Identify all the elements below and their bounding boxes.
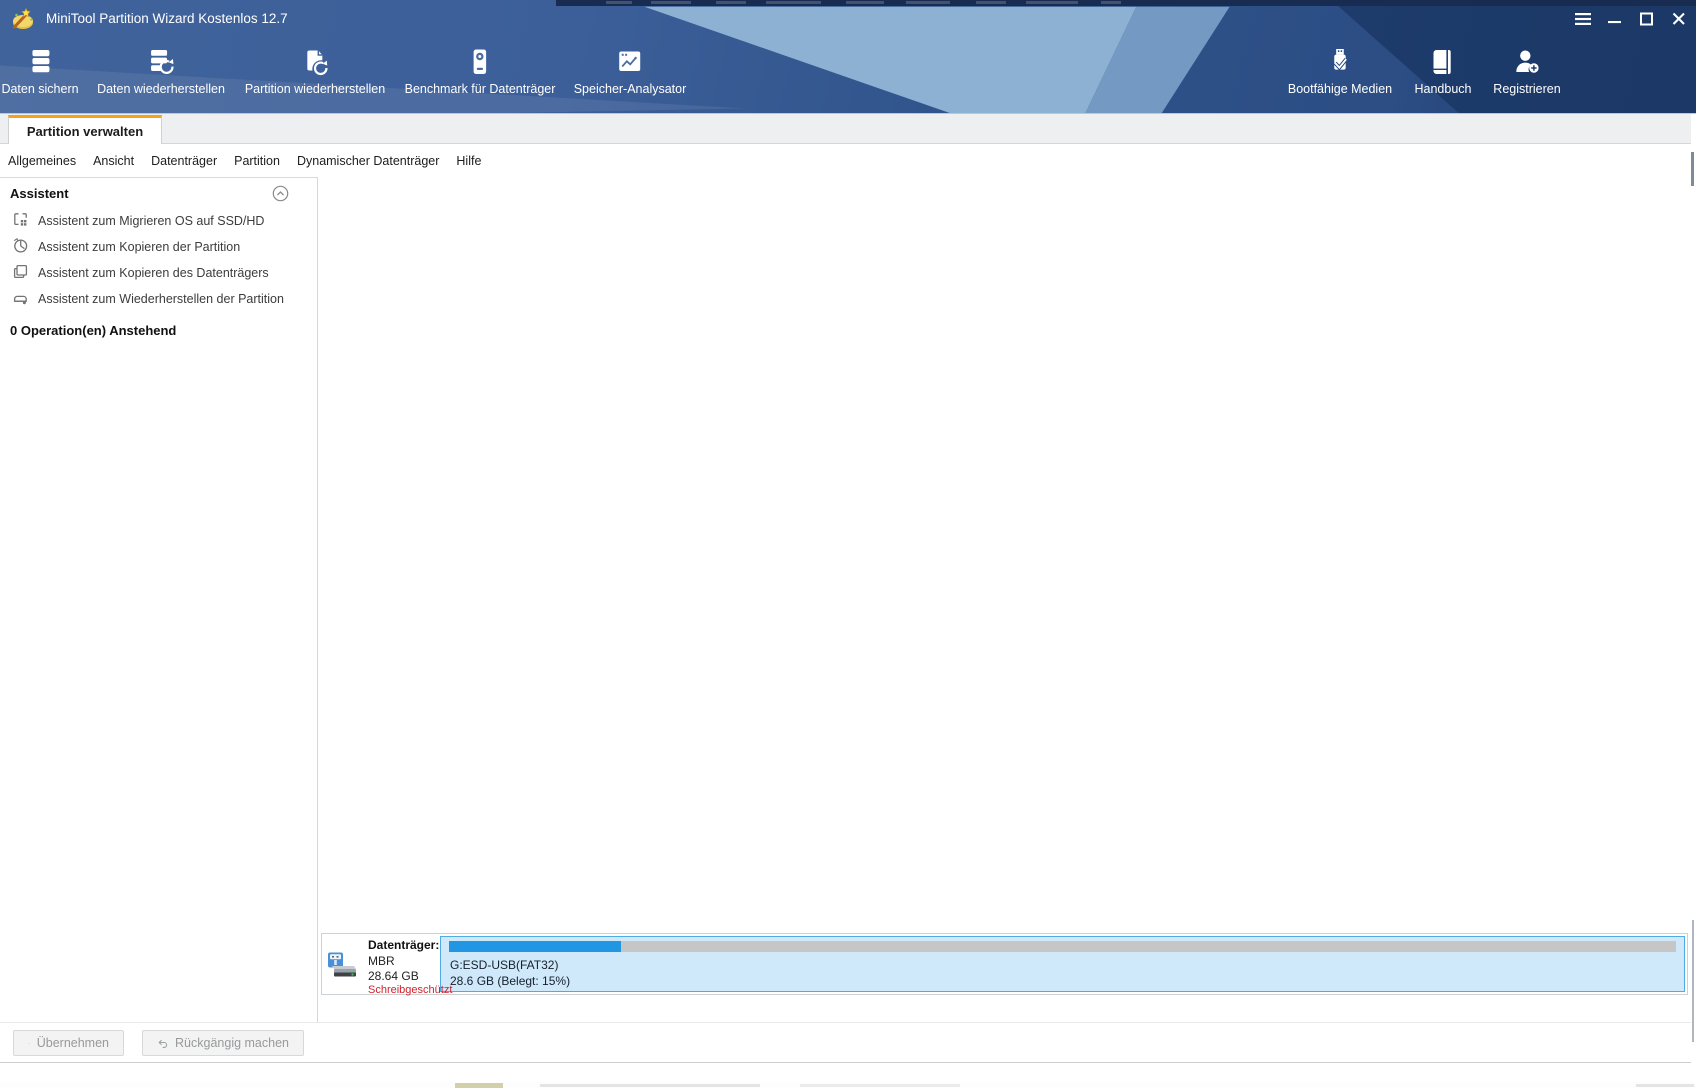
toolbar-restore-partition-button[interactable]: Partition wiederherstellen bbox=[245, 46, 385, 96]
toolbar-label: Benchmark für Datenträger bbox=[404, 82, 556, 96]
menu-dynamischer-datentraeger[interactable]: Dynamischer Datenträger bbox=[297, 154, 439, 168]
window-title: MiniTool Partition Wizard Kostenlos 12.7 bbox=[46, 11, 288, 26]
window-menu-icon[interactable] bbox=[1573, 9, 1592, 28]
menu-partition[interactable]: Partition bbox=[234, 154, 280, 168]
space-analyzer-icon bbox=[615, 46, 645, 77]
wizard-label: Assistent zum Wiederherstellen der Parti… bbox=[38, 292, 284, 306]
usage-bar-fill bbox=[449, 941, 621, 952]
menu-datentraeger[interactable]: Datenträger bbox=[151, 154, 217, 168]
toolbar-restore-data-button[interactable]: Daten wiederherstellen bbox=[97, 46, 225, 96]
minimize-icon[interactable] bbox=[1605, 9, 1624, 28]
usb-disk-icon bbox=[326, 951, 357, 983]
disk-readonly-status: Schreibgeschützt bbox=[368, 984, 453, 996]
disk-partition-table: MBR bbox=[368, 954, 395, 968]
toolbar-label: Daten sichern bbox=[1, 82, 79, 96]
background-window-fragment bbox=[1691, 152, 1694, 186]
disk-map-row: Datenträger:5 MBR 28.64 GB Schreibgeschü… bbox=[321, 933, 1688, 996]
disk-size: 28.64 GB bbox=[368, 969, 419, 983]
wizard-migrate-os[interactable]: Assistent zum Migrieren OS auf SSD/HD bbox=[12, 211, 264, 231]
tab-partition-verwalten[interactable]: Partition verwalten bbox=[8, 115, 162, 144]
toolbar-backup-data-button[interactable]: Daten sichern bbox=[1, 46, 79, 96]
undo-button-label: Rückgängig machen bbox=[175, 1036, 289, 1050]
toolbar-label: Handbuch bbox=[1414, 82, 1472, 96]
assistant-section-title: Assistent bbox=[10, 186, 69, 201]
disk-name: Datenträger:5 bbox=[368, 938, 447, 952]
title-bar: MiniTool Partition Wizard Kostenlos 12.7 bbox=[0, 0, 1696, 38]
data-restore-icon bbox=[146, 46, 176, 77]
app-logo-icon bbox=[10, 6, 36, 37]
header: MiniTool Partition Wizard Kostenlos 12.7 bbox=[0, 0, 1696, 114]
tab-bar: Partition verwalten bbox=[0, 114, 1696, 144]
taskbar-fragment bbox=[0, 1082, 1696, 1088]
maximize-icon[interactable] bbox=[1637, 9, 1656, 28]
usage-bar-track bbox=[449, 941, 1676, 952]
register-user-icon bbox=[1512, 46, 1542, 77]
toolbar-label: Bootfähige Medien bbox=[1287, 82, 1393, 96]
apply-button-label: Übernehmen bbox=[36, 1036, 109, 1050]
action-panel: Assistent Assistent zum Migrieren OS auf… bbox=[0, 177, 318, 1022]
menu-bar: Allgemeines Ansicht Datenträger Partitio… bbox=[0, 144, 1696, 177]
background-window-fragment bbox=[1692, 920, 1694, 1042]
wizard-label: Assistent zum Kopieren des Datenträgers bbox=[38, 266, 269, 280]
window-controls bbox=[1573, 9, 1688, 28]
divider bbox=[0, 1062, 1696, 1063]
bootable-media-icon bbox=[1325, 46, 1355, 77]
toolbar-register-button[interactable]: Registrieren bbox=[1493, 46, 1561, 96]
menu-ansicht[interactable]: Ansicht bbox=[93, 154, 134, 168]
disk-info-block[interactable]: Datenträger:5 MBR 28.64 GB Schreibgeschü… bbox=[322, 934, 452, 996]
collapse-section-icon[interactable] bbox=[272, 185, 289, 207]
toolbar-label: Registrieren bbox=[1493, 82, 1561, 96]
toolbar-bootable-media-button[interactable]: Bootfähige Medien bbox=[1288, 46, 1392, 96]
toolbar-label: Speicher-Analysator bbox=[573, 82, 687, 96]
migrate-os-icon bbox=[12, 211, 29, 231]
toolbar-space-analyzer-button[interactable]: Speicher-Analysator bbox=[573, 46, 687, 96]
disk-benchmark-icon bbox=[465, 46, 495, 77]
manual-book-icon bbox=[1428, 46, 1458, 77]
copy-partition-icon bbox=[12, 237, 29, 257]
partition-label: G:ESD-USB(FAT32) bbox=[450, 958, 559, 972]
wizard-label: Assistent zum Kopieren der Partition bbox=[38, 240, 241, 254]
toolbar-manual-button[interactable]: Handbuch bbox=[1415, 46, 1472, 96]
partition-block[interactable]: G:ESD-USB(FAT32) 28.6 GB (Belegt: 15%) bbox=[440, 936, 1685, 992]
app-window: MiniTool Partition Wizard Kostenlos 12.7 bbox=[0, 0, 1696, 1088]
partition-restore-icon bbox=[300, 46, 330, 77]
copy-disk-icon bbox=[12, 263, 29, 283]
recover-partition-icon bbox=[12, 289, 29, 309]
wizard-copy-partition[interactable]: Assistent zum Kopieren der Partition bbox=[12, 237, 240, 257]
close-icon[interactable] bbox=[1669, 9, 1688, 28]
menu-hilfe[interactable]: Hilfe bbox=[456, 154, 481, 168]
undo-button[interactable]: Rückgängig machen bbox=[142, 1030, 304, 1056]
apply-button[interactable]: Übernehmen bbox=[13, 1030, 124, 1056]
wizard-label: Assistent zum Migrieren OS auf SSD/HD bbox=[38, 214, 265, 228]
menu-allgemeines[interactable]: Allgemeines bbox=[8, 154, 76, 168]
divider bbox=[0, 1022, 1696, 1023]
wizard-restore-partition[interactable]: Assistent zum Wiederherstellen der Parti… bbox=[12, 289, 284, 309]
wizard-copy-disk[interactable]: Assistent zum Kopieren des Datenträgers bbox=[12, 263, 269, 283]
toolbar-disk-benchmark-button[interactable]: Benchmark für Datenträger bbox=[404, 46, 556, 96]
partition-usage: 28.6 GB (Belegt: 15%) bbox=[450, 974, 571, 988]
pending-operations-status: 0 Operation(en) Anstehend bbox=[10, 323, 177, 338]
toolbar-label: Partition wiederherstellen bbox=[244, 82, 386, 96]
tab-label: Partition verwalten bbox=[26, 123, 144, 139]
toolbar-label: Daten wiederherstellen bbox=[97, 82, 225, 96]
database-backup-icon bbox=[25, 46, 55, 77]
